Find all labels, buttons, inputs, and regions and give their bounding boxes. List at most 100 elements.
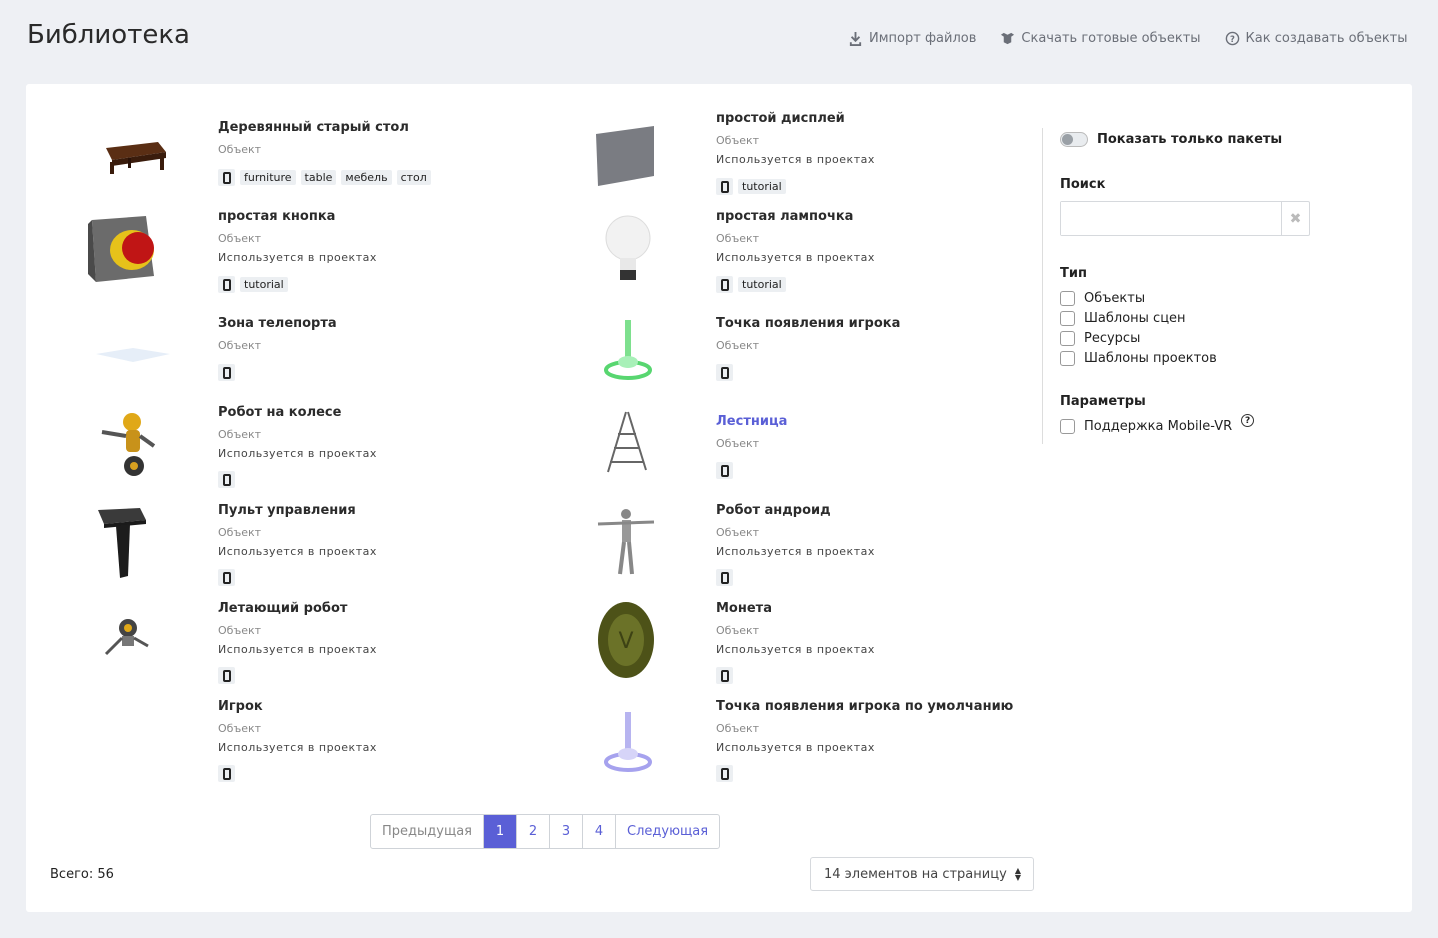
total-count: Всего: 56: [50, 867, 114, 882]
phone-icon: [218, 667, 235, 684]
wheel-robot-thumbnail[interactable]: [88, 406, 178, 486]
svg-text:?: ?: [1230, 34, 1235, 44]
item-type: Объект: [218, 428, 262, 441]
box-icon: [1001, 32, 1015, 45]
packages-toggle[interactable]: [1060, 132, 1088, 147]
import-files-label: Импорт файлов: [869, 31, 977, 46]
table-thumbnail[interactable]: [88, 118, 178, 198]
phone-icon: [716, 765, 733, 782]
phone-icon: [218, 169, 235, 186]
checkbox[interactable]: [1060, 311, 1075, 326]
page-button-1[interactable]: 1: [484, 815, 517, 848]
library-card: Деревянный старый стол Объект furniture …: [26, 84, 1412, 912]
import-files-link[interactable]: Импорт файлов: [848, 31, 976, 46]
item-name[interactable]: Игрок: [218, 699, 263, 714]
item-type: Объект: [716, 339, 760, 352]
teleport-zone-thumbnail[interactable]: [88, 316, 178, 396]
svg-text:V: V: [618, 629, 633, 654]
control-panel-thumbnail[interactable]: [80, 502, 170, 582]
item-type: Объект: [218, 143, 262, 156]
item-name[interactable]: Деревянный старый стол: [218, 120, 409, 135]
display-thumbnail[interactable]: [582, 116, 672, 196]
type-option-label: Объекты: [1084, 291, 1146, 306]
type-option[interactable]: Шаблоны сцен: [1060, 311, 1322, 326]
item-type: Объект: [716, 624, 760, 637]
coin-thumbnail[interactable]: V: [582, 600, 672, 680]
item-name[interactable]: Точка появления игрока по умолчанию: [716, 699, 1013, 714]
how-to-create-link[interactable]: ? Как создавать объекты: [1225, 31, 1408, 46]
item-used: Используется в проектах: [716, 545, 875, 558]
android-robot-thumbnail[interactable]: [582, 502, 672, 582]
item-type: Объект: [716, 722, 760, 735]
download-icon: [849, 31, 862, 46]
item-type: Объект: [218, 339, 262, 352]
phone-icon: [218, 364, 235, 381]
download-objects-label: Скачать готовые объекты: [1021, 31, 1201, 46]
download-objects-link[interactable]: Скачать готовые объекты: [1000, 31, 1201, 46]
default-spawn-point-thumbnail[interactable]: [582, 706, 672, 786]
item-used: Используется в проектах: [716, 643, 875, 656]
item-type: Объект: [218, 526, 262, 539]
page-button-2[interactable]: 2: [517, 815, 550, 848]
type-option-label: Шаблоны сцен: [1084, 311, 1186, 326]
per-page-label: 14 элементов на страницу: [824, 866, 1007, 882]
item-type: Объект: [716, 134, 760, 147]
page-button-3[interactable]: 3: [550, 815, 583, 848]
phone-icon: [716, 667, 733, 684]
item-name[interactable]: Пульт управления: [218, 503, 356, 518]
phone-icon: [716, 276, 733, 293]
pagination: Предыдущая 1 2 3 4 Следующая: [370, 814, 721, 849]
checkbox[interactable]: [1060, 291, 1075, 306]
ladder-thumbnail[interactable]: [582, 404, 672, 484]
search-title: Поиск: [1060, 177, 1106, 192]
item-name[interactable]: Точка появления игрока: [716, 316, 900, 331]
item-used: Используется в проектах: [218, 741, 377, 754]
item-type: Объект: [716, 526, 760, 539]
item-name[interactable]: простая кнопка: [218, 209, 335, 224]
checkbox[interactable]: [1060, 351, 1075, 366]
phone-icon: [716, 178, 733, 195]
tag: furniture: [240, 170, 296, 185]
page-button-4[interactable]: 4: [583, 815, 616, 848]
checkbox[interactable]: [1060, 419, 1075, 434]
item-name[interactable]: простой дисплей: [716, 111, 845, 126]
param-option[interactable]: Поддержка Mobile-VR ?: [1060, 414, 1322, 434]
per-page-select[interactable]: 14 элементов на страницу ▲ ▼: [810, 857, 1034, 891]
type-option[interactable]: Ресурсы: [1060, 331, 1322, 346]
flying-robot-thumbnail[interactable]: [84, 602, 174, 682]
item-name[interactable]: Зона телепорта: [218, 316, 337, 331]
clear-icon[interactable]: ✖: [1281, 202, 1309, 235]
phone-icon: [218, 471, 235, 488]
question-icon[interactable]: ?: [1241, 414, 1255, 427]
item-name[interactable]: Робот на колесе: [218, 405, 341, 420]
phone-icon: [716, 462, 733, 479]
item-name[interactable]: Робот андроид: [716, 503, 831, 518]
spawn-point-thumbnail[interactable]: [582, 314, 672, 394]
packages-toggle-label: Показать только пакеты: [1097, 132, 1283, 147]
search-input[interactable]: [1061, 202, 1281, 235]
item-type: Объект: [218, 232, 262, 245]
phone-icon: [716, 569, 733, 586]
item-type: Объект: [218, 624, 262, 637]
prev-page-button[interactable]: Предыдущая: [371, 815, 484, 848]
checkbox[interactable]: [1060, 331, 1075, 346]
type-option[interactable]: Объекты: [1060, 291, 1322, 306]
params-title: Параметры: [1060, 394, 1146, 409]
bulb-thumbnail[interactable]: [582, 210, 672, 290]
tag: мебель: [341, 170, 392, 185]
next-page-button[interactable]: Следующая: [616, 815, 719, 848]
tag: tutorial: [240, 277, 288, 292]
filter-sidebar: Показать только пакеты Поиск ✖ Тип Объек…: [1042, 128, 1322, 444]
item-name[interactable]: простая лампочка: [716, 209, 853, 224]
item-used: Используется в проектах: [218, 447, 377, 460]
param-option-label: Поддержка Mobile-VR: [1084, 419, 1233, 434]
item-name[interactable]: Летающий робот: [218, 601, 347, 616]
tag: tutorial: [738, 277, 786, 292]
type-option[interactable]: Шаблоны проектов: [1060, 351, 1322, 366]
item-name[interactable]: Лестница: [716, 414, 787, 429]
tag: tutorial: [738, 179, 786, 194]
phone-icon: [218, 765, 235, 782]
item-used: Используется в проектах: [218, 251, 377, 264]
item-name[interactable]: Монета: [716, 601, 772, 616]
button-thumbnail[interactable]: [84, 210, 174, 290]
